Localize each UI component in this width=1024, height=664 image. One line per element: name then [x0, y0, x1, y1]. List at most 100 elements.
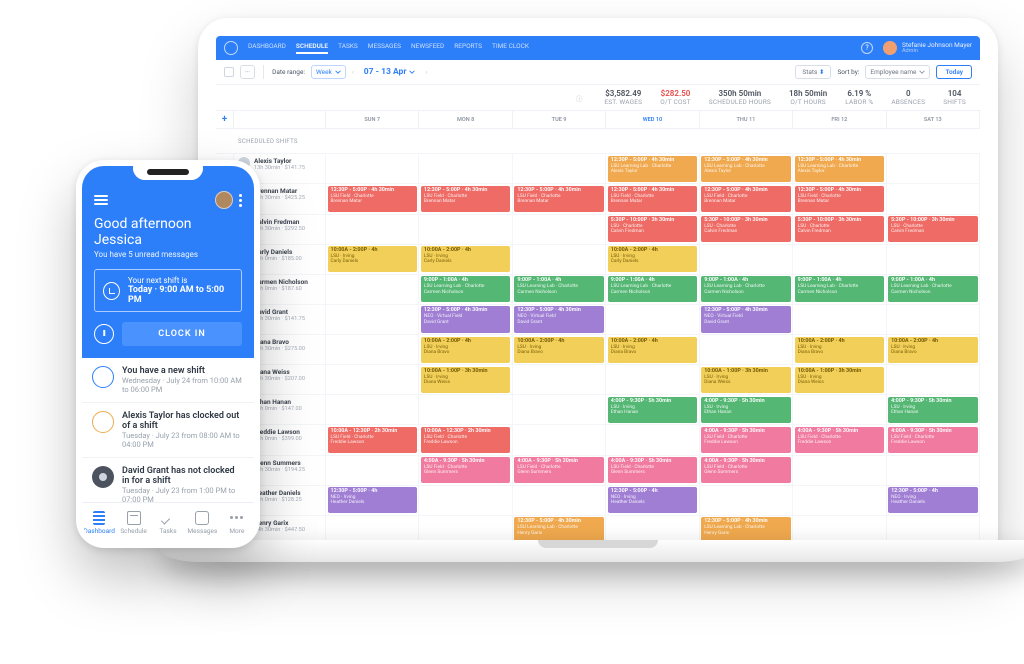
- schedule-cell[interactable]: 9:00P - 1:00A · 4h LSU Learning Lab · Ch…: [419, 275, 512, 305]
- schedule-cell[interactable]: [326, 335, 419, 365]
- tab-schedule[interactable]: Schedule: [116, 503, 150, 542]
- schedule-cell[interactable]: 9:00P - 1:00A · 4h LSU Learning Lab · Ch…: [887, 275, 980, 305]
- avatar[interactable]: [215, 191, 233, 209]
- menu-icon[interactable]: [94, 195, 108, 205]
- bulk-actions-button[interactable]: ···: [240, 65, 255, 79]
- info-icon[interactable]: ⓘ: [576, 93, 583, 103]
- schedule-cell[interactable]: [606, 365, 699, 395]
- shift-card[interactable]: 10:00A - 2:00P · 4h LSU · Irving Carly D…: [421, 246, 510, 272]
- schedule-cell[interactable]: 5:30P - 10:00P · 3h 30min LSU · Charlott…: [887, 215, 980, 245]
- shift-card[interactable]: 4:00A - 9:30P · 5h 30min LSU Field · Cha…: [514, 457, 603, 483]
- shift-card[interactable]: 4:00A - 9:30P · 5h 30min LSU Field · Cha…: [795, 427, 884, 453]
- date-range-select[interactable]: Week: [311, 65, 346, 79]
- schedule-cell[interactable]: [793, 305, 886, 335]
- schedule-cell[interactable]: 4:00A - 9:30P · 5h 30min LSU Field · Cha…: [887, 425, 980, 455]
- shift-card[interactable]: 10:00A - 12:30P · 2h 30min LSU Field · C…: [328, 427, 417, 453]
- schedule-cell[interactable]: [326, 456, 419, 486]
- shift-card[interactable]: 4:00P - 9:30P · 5h 30min LSU · Irving Et…: [701, 397, 790, 423]
- schedule-cell[interactable]: 4:00P - 9:30P · 5h 30min LSU · Irving Et…: [700, 395, 793, 425]
- shift-card[interactable]: 9:00P - 1:00A · 4h LSU Learning Lab · Ch…: [795, 276, 884, 302]
- schedule-cell[interactable]: 12:30P - 5:00P · 4h 30min LSU Learning L…: [606, 154, 699, 184]
- shift-card[interactable]: 4:00A - 9:30P · 5h 30min LSU Field · Cha…: [888, 427, 977, 453]
- shift-card[interactable]: 10:00A - 2:00P · 4h LSU · Irving Diana B…: [421, 337, 510, 363]
- shift-card[interactable]: 4:00A - 9:30P · 5h 30min LSU Field · Cha…: [701, 457, 790, 483]
- shift-card[interactable]: 12:30P - 5:00P · 4h 30min LSU Learning L…: [701, 156, 790, 182]
- tab-more[interactable]: More: [220, 503, 254, 542]
- schedule-cell[interactable]: [513, 486, 606, 516]
- shift-card[interactable]: 12:30P - 5:00P · 4h NEO · Irving Heather…: [888, 487, 977, 513]
- shift-card[interactable]: 4:00A - 9:30P · 5h 30min LSU Field · Cha…: [701, 427, 790, 453]
- help-icon[interactable]: ?: [861, 42, 873, 54]
- shift-card[interactable]: 12:30P - 5:00P · 4h 30min LSU Field · Ch…: [514, 186, 603, 212]
- schedule-cell[interactable]: [793, 245, 886, 275]
- schedule-cell[interactable]: 12:30P - 5:00P · 4h 30min LSU Field · Ch…: [606, 184, 699, 214]
- schedule-cell[interactable]: 4:00A - 9:30P · 5h 30min LSU Field · Cha…: [513, 456, 606, 486]
- shift-card[interactable]: 12:30P - 5:00P · 4h 30min LSU Field · Ch…: [701, 186, 790, 212]
- feed-item[interactable]: You have a new shift Wednesday · July 24…: [82, 358, 254, 403]
- schedule-cell[interactable]: [513, 395, 606, 425]
- nav-item[interactable]: DASHBOARD: [248, 42, 286, 54]
- schedule-cell[interactable]: 4:00P - 9:30P · 5h 30min LSU · Irving Et…: [887, 395, 980, 425]
- schedule-cell[interactable]: [326, 395, 419, 425]
- schedule-cell[interactable]: 5:30P - 10:00P · 3h 30min LSU · Charlott…: [793, 215, 886, 245]
- period-display[interactable]: 07 - 13 Apr: [360, 65, 420, 79]
- schedule-cell[interactable]: [700, 335, 793, 365]
- more-icon[interactable]: [239, 194, 242, 207]
- day-header[interactable]: TUE 9: [513, 111, 606, 129]
- shift-card[interactable]: 12:30P - 5:00P · 4h NEO · Irving Heather…: [328, 487, 417, 513]
- schedule-cell[interactable]: 9:00P - 1:00A · 4h LSU Learning Lab · Ch…: [513, 275, 606, 305]
- feed-item[interactable]: Alexis Taylor has clocked out of a shift…: [82, 403, 254, 458]
- shift-card[interactable]: 10:00A - 1:00P · 3h 30min LSU · Irving D…: [795, 367, 884, 393]
- schedule-cell[interactable]: 12:30P - 5:00P · 4h NEO · Irving Heather…: [606, 486, 699, 516]
- schedule-cell[interactable]: [700, 486, 793, 516]
- shift-card[interactable]: 12:30P - 5:00P · 4h 30min LSU Learning L…: [795, 156, 884, 182]
- shift-card[interactable]: 9:00P - 1:00A · 4h LSU Learning Lab · Ch…: [701, 276, 790, 302]
- schedule-cell[interactable]: 10:00A - 2:00P · 4h LSU · Irving Diana B…: [606, 335, 699, 365]
- shift-card[interactable]: 10:00A - 2:00P · 4h LSU · Irving Diana B…: [795, 337, 884, 363]
- schedule-cell[interactable]: 9:00P - 1:00A · 4h LSU Learning Lab · Ch…: [606, 275, 699, 305]
- schedule-cell[interactable]: [326, 154, 419, 184]
- shift-card[interactable]: 10:00A - 2:00P · 4h LSU · Irving Diana B…: [888, 337, 977, 363]
- shift-card[interactable]: 5:30P - 10:00P · 3h 30min LSU · Charlott…: [888, 216, 977, 242]
- schedule-cell[interactable]: [326, 365, 419, 395]
- shift-card[interactable]: 12:30P - 5:00P · 4h 30min LSU Field · Ch…: [328, 186, 417, 212]
- shift-card[interactable]: 12:30P - 5:00P · 4h 30min LSU Learning L…: [608, 156, 697, 182]
- schedule-cell[interactable]: [793, 395, 886, 425]
- schedule-cell[interactable]: 9:00P - 1:00A · 4h LSU Learning Lab · Ch…: [700, 275, 793, 305]
- shift-card[interactable]: 10:00A - 1:00P · 3h 30min LSU · Irving D…: [421, 367, 510, 393]
- shift-card[interactable]: 12:30P - 5:00P · 4h 30min LSU Field · Ch…: [795, 186, 884, 212]
- shift-card[interactable]: 4:00A - 9:30P · 5h 30min LSU Field · Cha…: [421, 457, 510, 483]
- schedule-cell[interactable]: 12:30P - 5:00P · 4h 30min LSU Field · Ch…: [700, 184, 793, 214]
- shift-card[interactable]: 12:30P - 5:00P · 4h NEO · Irving Heather…: [608, 487, 697, 513]
- schedule-cell[interactable]: 12:30P - 5:00P · 4h 30min NEO · Virtual …: [513, 305, 606, 335]
- schedule-cell[interactable]: 4:00P - 9:30P · 5h 30min LSU · Irving Et…: [606, 395, 699, 425]
- shift-card[interactable]: 10:00A - 12:30P · 2h 30min LSU Field · C…: [421, 427, 510, 453]
- schedule-cell[interactable]: 4:00A - 9:30P · 5h 30min LSU Field · Cha…: [606, 456, 699, 486]
- schedule-cell[interactable]: 10:00A - 2:00P · 4h LSU · Irving Carly D…: [419, 245, 512, 275]
- schedule-cell[interactable]: 10:00A - 1:00P · 3h 30min LSU · Irving D…: [700, 365, 793, 395]
- day-header[interactable]: THU 11: [700, 111, 793, 129]
- nav-item[interactable]: TIME CLOCK: [492, 42, 529, 54]
- schedule-cell[interactable]: 10:00A - 2:00P · 4h LSU · Irving Diana B…: [513, 335, 606, 365]
- shift-card[interactable]: 5:30P - 10:00P · 3h 30min LSU · Charlott…: [795, 216, 884, 242]
- schedule-cell[interactable]: [887, 245, 980, 275]
- schedule-cell[interactable]: [513, 365, 606, 395]
- shift-card[interactable]: 12:30P - 5:00P · 4h 30min NEO · Virtual …: [421, 306, 510, 332]
- schedule-cell[interactable]: [887, 456, 980, 486]
- schedule-cell[interactable]: 10:00A - 2:00P · 4h LSU · Irving Diana B…: [887, 335, 980, 365]
- shift-card[interactable]: 5:30P - 10:00P · 3h 30min LSU · Charlott…: [701, 216, 790, 242]
- nav-item[interactable]: NEWSFEED: [411, 42, 444, 54]
- select-all-checkbox[interactable]: [224, 67, 234, 77]
- tab-tasks[interactable]: Tasks: [151, 503, 185, 542]
- shift-card[interactable]: 12:30P - 5:00P · 4h 30min NEO · Virtual …: [514, 306, 603, 332]
- schedule-cell[interactable]: 12:30P - 5:00P · 4h 30min LSU Field · Ch…: [513, 184, 606, 214]
- schedule-cell[interactable]: 12:30P - 5:00P · 4h 30min LSU Field · Ch…: [326, 184, 419, 214]
- shift-card[interactable]: 12:30P - 5:00P · 4h 30min LSU Field · Ch…: [608, 186, 697, 212]
- schedule-cell[interactable]: [793, 486, 886, 516]
- schedule-cell[interactable]: [419, 395, 512, 425]
- shift-card[interactable]: 12:30P - 5:00P · 4h 30min LSU Field · Ch…: [421, 186, 510, 212]
- feed-item[interactable]: David Grant has not clocked in for a shi…: [82, 458, 254, 502]
- schedule-cell[interactable]: 10:00A - 12:30P · 2h 30min LSU Field · C…: [419, 425, 512, 455]
- shift-card[interactable]: 9:00P - 1:00A · 4h LSU Learning Lab · Ch…: [608, 276, 697, 302]
- schedule-cell[interactable]: [419, 154, 512, 184]
